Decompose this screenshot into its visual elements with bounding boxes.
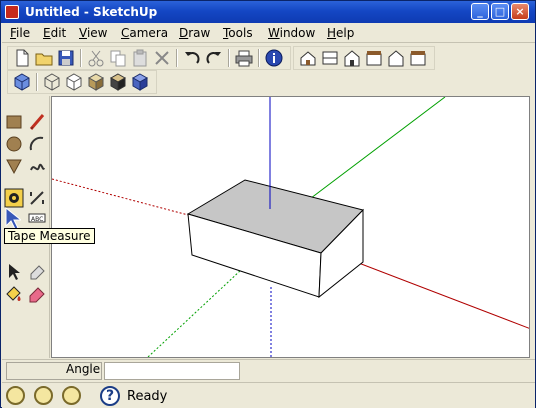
wireframe-icon[interactable] — [42, 72, 62, 92]
text-tool-icon[interactable]: ABC — [27, 210, 47, 230]
menu-window[interactable]: Window — [268, 26, 315, 40]
model-info-icon[interactable] — [264, 48, 284, 68]
menu-file[interactable]: File — [10, 26, 30, 40]
menu-draw[interactable]: Draw — [179, 26, 210, 40]
monochrome-icon[interactable] — [130, 72, 150, 92]
svg-text:ABC: ABC — [31, 216, 43, 223]
left-view-icon[interactable] — [408, 48, 428, 68]
paint-bucket-tool-icon[interactable] — [4, 284, 24, 304]
vcb-value-input[interactable] — [104, 362, 240, 380]
toolbar-separator — [176, 49, 178, 67]
geo-location-icon[interactable] — [6, 386, 25, 405]
select-tool-icon[interactable] — [4, 262, 24, 282]
top-view-icon[interactable] — [320, 48, 340, 68]
polygon-tool-icon[interactable] — [4, 156, 24, 176]
close-button[interactable]: × — [511, 3, 529, 20]
cut-icon[interactable] — [86, 48, 106, 68]
credits-icon[interactable] — [34, 386, 53, 405]
arc-tool-icon[interactable] — [27, 134, 47, 154]
open-icon[interactable] — [34, 48, 54, 68]
title-bar[interactable]: Untitled - SketchUp _ □ × — [1, 1, 535, 23]
tape-measure-tool-icon[interactable] — [4, 188, 24, 208]
menu-view[interactable]: View — [79, 26, 107, 40]
right-view-icon[interactable] — [364, 48, 384, 68]
menu-bar: File Edit View Camera Draw Tools Window … — [2, 24, 535, 43]
toolbar-separator — [228, 49, 230, 67]
standard-toolbar — [7, 46, 291, 70]
eraser-pink-tool-icon[interactable] — [27, 284, 47, 304]
sketchup-window: Untitled - SketchUp _ □ × File Edit View… — [0, 0, 536, 408]
drawing-viewport[interactable] — [51, 96, 530, 358]
hidden-line-icon[interactable] — [64, 72, 84, 92]
freehand-tool-icon[interactable] — [27, 156, 47, 176]
maximize-button[interactable]: □ — [491, 3, 509, 20]
sketchup-app-icon[interactable] — [5, 5, 19, 19]
menu-help[interactable]: Help — [327, 26, 354, 40]
green-axis-negative — [147, 269, 242, 357]
toolbar-separator — [258, 49, 260, 67]
iso-view-icon[interactable] — [298, 48, 318, 68]
front-view-icon[interactable] — [342, 48, 362, 68]
status-bar: ? Ready — [2, 382, 535, 408]
menu-camera[interactable]: Camera — [121, 26, 168, 40]
status-text: Ready — [127, 389, 168, 404]
xray-icon[interactable] — [12, 72, 32, 92]
paste-icon[interactable] — [130, 48, 150, 68]
copy-icon[interactable] — [108, 48, 128, 68]
minimize-button[interactable]: _ — [471, 3, 489, 20]
measurements-bar: Angle — [2, 359, 535, 381]
dimension-tool-icon[interactable] — [27, 188, 47, 208]
circle-tool-icon[interactable] — [4, 134, 24, 154]
menu-edit[interactable]: Edit — [43, 26, 66, 40]
undo-icon[interactable] — [182, 48, 202, 68]
window-title: Untitled - SketchUp — [25, 5, 158, 19]
line-tool-icon[interactable] — [27, 112, 47, 132]
tooltip: Tape Measure — [4, 228, 95, 244]
back-view-icon[interactable] — [386, 48, 406, 68]
new-icon[interactable] — [12, 48, 32, 68]
erase-icon[interactable] — [152, 48, 172, 68]
eraser-tool-icon[interactable] — [27, 262, 47, 282]
styles-toolbar — [7, 70, 157, 94]
help-icon[interactable]: ? — [100, 386, 120, 406]
google-icon[interactable] — [62, 386, 81, 405]
print-icon[interactable] — [234, 48, 254, 68]
redo-icon[interactable] — [204, 48, 224, 68]
rectangle-tool-icon[interactable] — [4, 112, 24, 132]
model-canvas[interactable] — [52, 97, 530, 358]
vcb-label: Angle — [66, 362, 101, 376]
menu-tools[interactable]: Tools — [223, 26, 253, 40]
toolbar-separator — [80, 49, 82, 67]
shaded-icon[interactable] — [86, 72, 106, 92]
toolbar-separator — [36, 73, 38, 91]
views-toolbar — [293, 46, 435, 70]
shaded-textures-icon[interactable] — [108, 72, 128, 92]
save-icon[interactable] — [56, 48, 76, 68]
